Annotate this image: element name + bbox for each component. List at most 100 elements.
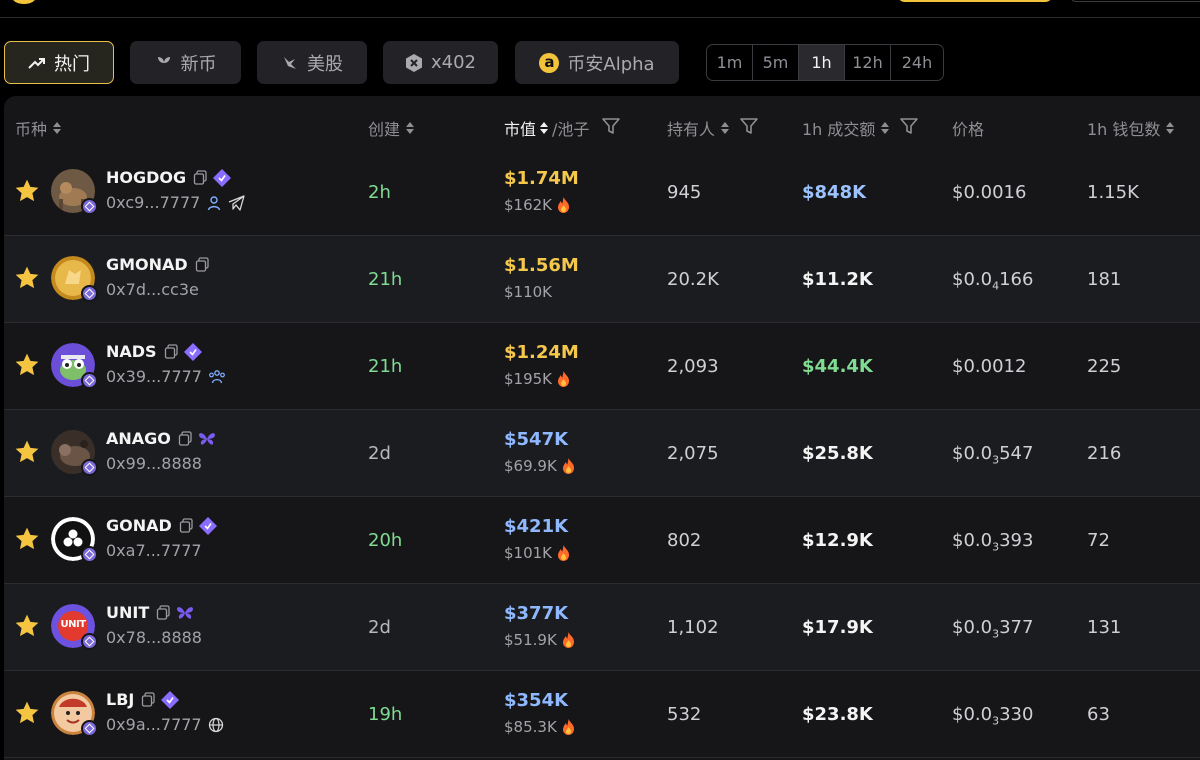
copy-icon[interactable] [195,257,210,272]
timeframe-24h[interactable]: 24h [891,45,943,80]
favorite-star-icon[interactable] [14,700,40,726]
sprout-icon [155,54,173,72]
chain-badge-icon [81,459,98,476]
price-digits: 393 [999,530,1034,551]
copy-icon[interactable] [179,518,194,533]
volume-1h: $848K [802,182,867,203]
volume-1h: $25.8K [802,443,873,464]
price-digits: 166 [999,269,1034,290]
app-logo[interactable] [12,0,36,4]
favorite-star-icon[interactable] [14,439,40,465]
token-address[interactable]: 0x78...8888 [106,628,202,647]
favorite-star-icon[interactable] [14,526,40,552]
table-row[interactable]: ANAGO 0x99...8888 2d $547K $69.9K 2,075 … [4,410,1200,497]
token-address[interactable]: 0x9a...7777 [106,715,202,734]
tab-new[interactable]: 新币 [130,41,241,84]
header-primary-button[interactable] [897,0,1053,2]
favorite-star-icon[interactable] [14,265,40,291]
token-age: 2d [368,443,391,464]
token-symbol[interactable]: LBJ [106,690,134,709]
pool-value: $101K [504,544,553,562]
chain-badge-icon [81,372,98,389]
timeframe-1h[interactable]: 1h [799,45,845,80]
copy-icon[interactable] [193,170,208,185]
token-symbol[interactable]: GMONAD [106,255,188,274]
token-address[interactable]: 0xc9...7777 [106,193,200,212]
table-row[interactable]: GONAD 0xa7...7777 20h $421K $101K 802 $1… [4,497,1200,584]
price-main: $0.0016 [952,182,1027,203]
token-name-line: HOGDOG [106,168,232,187]
column-volume[interactable]: 1h 成交额 [802,116,919,140]
favorite-star-icon[interactable] [14,352,40,378]
globe-icon[interactable] [208,717,224,733]
copy-icon[interactable] [164,344,179,359]
token-symbol[interactable]: NADS [106,342,157,361]
avatar [51,430,98,476]
pool-liquidity: $110K [504,283,552,301]
column-wallets[interactable]: 1h 钱包数 [1087,116,1175,140]
wallets-1h: 63 [1087,704,1110,725]
token-address-line: 0xc9...7777 [106,193,245,212]
header-secondary-button[interactable] [1070,0,1200,2]
chain-badge-icon [81,633,98,650]
telegram-icon[interactable] [228,194,245,211]
volume-1h: $11.2K [802,269,873,290]
table-row[interactable]: LBJ 0x9a...7777 19h $354K $85.3K 532 $23… [4,671,1200,758]
chain-badge-icon [81,198,98,215]
token-address[interactable]: 0x99...8888 [106,454,202,473]
table-row[interactable]: GMONAD 0x7d...cc3e 21h $1.56M $110K 20.2… [4,236,1200,323]
tab-x402[interactable]: x402 [383,41,498,84]
token-address[interactable]: 0xa7...7777 [106,541,202,560]
favorite-star-icon[interactable] [14,178,40,204]
token-age: 20h [368,530,403,551]
token-name-line: GMONAD [106,255,210,274]
avatar [51,691,98,737]
column-token[interactable]: 币种 [15,116,62,140]
token-symbol[interactable]: UNIT [106,603,149,622]
price-main: $0.0 [952,269,993,290]
token-symbol[interactable]: GONAD [106,516,172,535]
trending-icon [28,54,46,72]
column-created[interactable]: 创建 [368,116,415,140]
community-icon[interactable] [208,369,226,385]
market-cap: $1.74M [504,168,579,189]
pool-liquidity: $69.9K [504,457,575,475]
token-address-line: 0x7d...cc3e [106,280,199,299]
token-table: 币种 创建 市值 /池子 持有人 1h 成交额 价格 1h 钱包数 HOGDOG… [4,96,1200,760]
tab-us-stocks[interactable]: 美股 [257,41,367,84]
holders-count: 2,093 [667,356,719,377]
timeframe-1m[interactable]: 1m [707,45,753,80]
price-main: $0.0 [952,530,993,551]
holders-count: 945 [667,182,702,203]
column-holders[interactable]: 持有人 [667,116,759,140]
pool-liquidity: $51.9K [504,631,575,649]
pool-liquidity: $195K [504,370,570,388]
copy-icon[interactable] [178,431,193,446]
copy-icon[interactable] [156,605,171,620]
timeframe-12h[interactable]: 12h [845,45,891,80]
token-symbol[interactable]: ANAGO [106,429,171,448]
filter-icon[interactable] [899,116,919,140]
token-address[interactable]: 0x39...7777 [106,367,202,386]
column-label: 创建 [368,120,401,139]
column-market-cap[interactable]: 市值 /池子 [504,116,621,140]
timeframe-5m[interactable]: 5m [753,45,799,80]
user-icon[interactable] [206,195,222,211]
top-header [0,0,1200,18]
table-row[interactable]: UNIT UNIT 0x78...8888 2d $377K $51.9K 1,… [4,584,1200,671]
wallets-1h: 216 [1087,443,1122,464]
favorite-star-icon[interactable] [14,613,40,639]
token-age: 21h [368,269,403,290]
token-name-line: ANAGO [106,429,216,448]
tab-hot[interactable]: 热门 [4,41,114,84]
alpha-icon: a [539,52,560,73]
table-row[interactable]: HOGDOG 0xc9...7777 2h $1.74M $162K 945 $… [4,149,1200,236]
token-address[interactable]: 0x7d...cc3e [106,280,199,299]
filter-icon[interactable] [601,116,621,140]
column-label: 1h 钱包数 [1087,120,1161,139]
tab-binance-alpha[interactable]: a 币安Alpha [515,41,679,84]
table-row[interactable]: NADS 0x39...7777 21h $1.24M $195K 2,093 … [4,323,1200,410]
token-symbol[interactable]: HOGDOG [106,168,186,187]
filter-icon[interactable] [739,116,759,140]
copy-icon[interactable] [141,692,156,707]
